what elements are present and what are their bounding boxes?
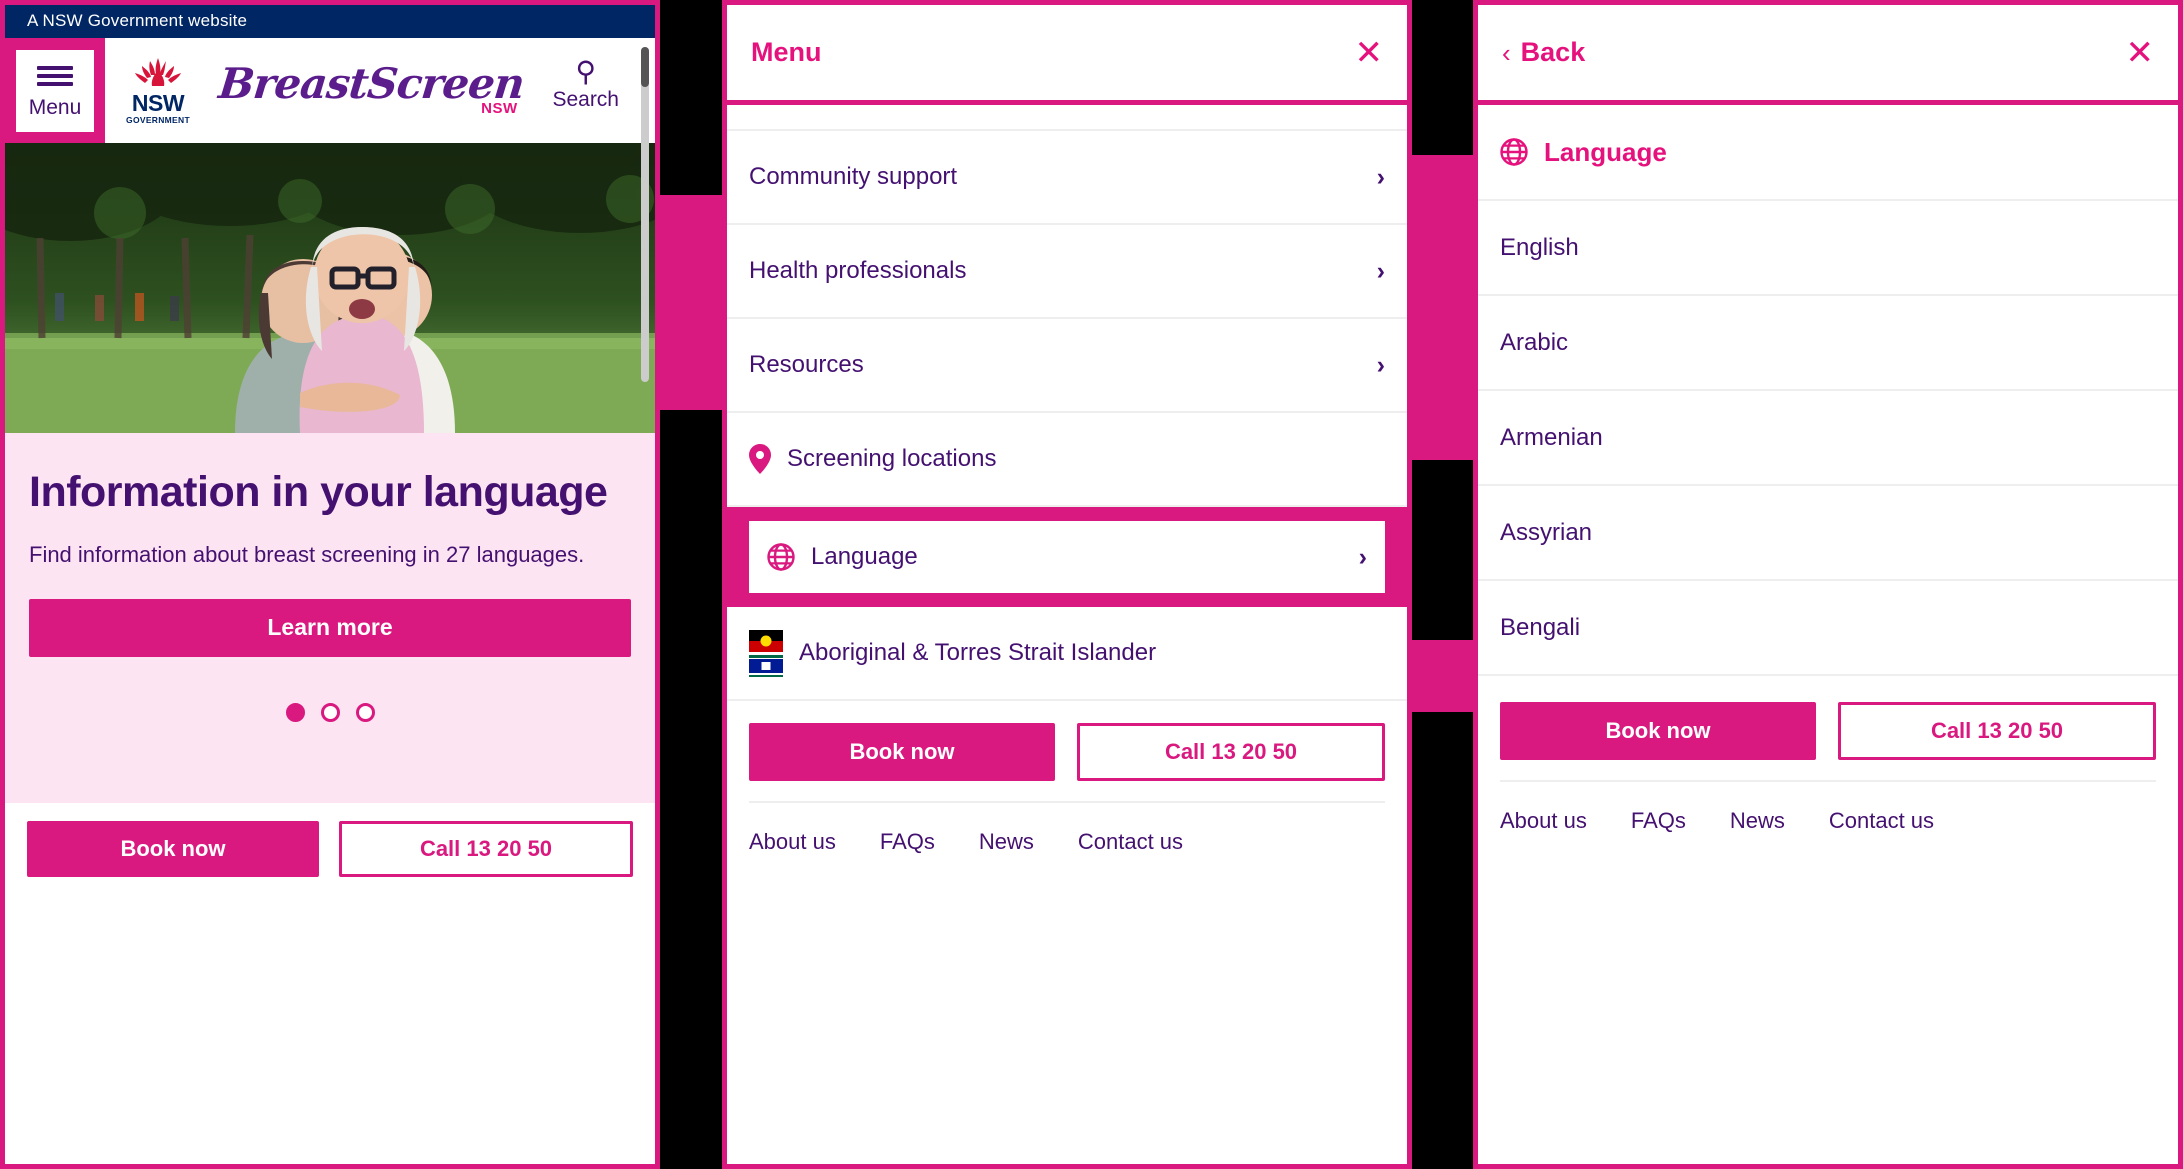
hero-photograph xyxy=(5,143,655,433)
chevron-left-icon: ‹ xyxy=(1502,37,1511,68)
search-icon: ⚲ xyxy=(575,56,596,87)
chevron-right-icon: › xyxy=(1376,162,1385,191)
language-options-list: English Arabic Armenian Assyrian Bengali xyxy=(1478,201,2178,676)
close-icon[interactable]: ✕ xyxy=(2126,36,2155,70)
menu-footer-links: About us FAQs News Contact us xyxy=(749,801,1385,875)
back-button-label: Back xyxy=(1520,37,1586,67)
footer-link-contact-us[interactable]: Contact us xyxy=(1829,808,1934,834)
book-now-button[interactable]: Book now xyxy=(27,821,319,877)
waratah-icon xyxy=(135,58,181,86)
search-label: Search xyxy=(552,88,619,111)
language-drawer-header: ‹ Back ✕ xyxy=(1478,5,2178,105)
home-page-panel: A NSW Government website Menu NSW GOVERN… xyxy=(0,0,660,1169)
close-icon[interactable]: ✕ xyxy=(1355,36,1384,70)
menu-item-label: Community support xyxy=(749,163,958,190)
menu-item-screening-locations[interactable]: Screening locations xyxy=(727,413,1407,507)
language-footer-cta-row: Book now Call 13 20 50 xyxy=(1500,702,2156,760)
footer-link-faqs[interactable]: FAQs xyxy=(880,829,935,855)
book-now-button[interactable]: Book now xyxy=(749,723,1055,781)
aboriginal-torres-strait-flags-icon xyxy=(749,629,783,677)
call-button[interactable]: Call 13 20 50 xyxy=(339,821,633,877)
language-option-label: English xyxy=(1500,233,1579,261)
language-option-bengali[interactable]: Bengali xyxy=(1478,581,2178,676)
language-option-label: Bengali xyxy=(1500,613,1581,641)
hero-image-illustration xyxy=(5,143,655,433)
breastscreen-wordmark: BreastScreen xyxy=(216,59,527,109)
menu-list-top-spacer xyxy=(727,105,1407,131)
carousel-dot-1[interactable] xyxy=(285,702,305,722)
menu-item-language-button[interactable]: Language › xyxy=(749,521,1385,593)
language-option-label: Arabic xyxy=(1500,328,1569,356)
menu-item-label: Aboriginal & Torres Strait Islander xyxy=(799,639,1157,666)
globe-icon xyxy=(767,543,795,571)
menu-item-label: Resources xyxy=(749,351,864,378)
site-header: Menu NSW GOVERNMENT BreastScreen NSW ⚲ S… xyxy=(5,38,655,143)
language-option-label: Assyrian xyxy=(1500,518,1593,546)
call-button[interactable]: Call 13 20 50 xyxy=(1077,723,1385,781)
menu-items-list: Community support › Health professionals… xyxy=(727,105,1407,507)
footer-link-news[interactable]: News xyxy=(979,829,1034,855)
language-option-label: Armenian xyxy=(1500,423,1603,451)
language-heading-label: Language xyxy=(1544,136,1667,167)
nsw-government-logo: NSW GOVERNMENT xyxy=(123,56,193,125)
nsw-government-bar: A NSW Government website xyxy=(5,5,655,38)
home-cta-bar: Book now Call 13 20 50 xyxy=(5,803,655,895)
hero-subtitle: Find information about breast screening … xyxy=(29,541,585,567)
menu-item-health-professionals[interactable]: Health professionals › xyxy=(727,225,1407,319)
page-scrollbar[interactable] xyxy=(641,47,649,382)
nsw-wordmark: NSW xyxy=(131,90,185,116)
footer-link-about-us[interactable]: About us xyxy=(749,829,836,855)
book-now-button[interactable]: Book now xyxy=(1500,702,1816,760)
nsw-government-subtext: GOVERNMENT xyxy=(126,115,190,125)
menu-button-block: Menu xyxy=(5,38,105,143)
footer-link-contact-us[interactable]: Contact us xyxy=(1078,829,1183,855)
footer-link-news[interactable]: News xyxy=(1730,808,1785,834)
learn-more-button[interactable]: Learn more xyxy=(29,598,631,657)
language-option-armenian[interactable]: Armenian xyxy=(1478,391,2178,486)
menu-item-aboriginal-torres-strait-islander[interactable]: Aboriginal & Torres Strait Islander xyxy=(727,607,1407,701)
search-button[interactable]: ⚲ Search xyxy=(552,58,619,112)
menu-item-label: Screening locations xyxy=(787,445,997,472)
breastscreen-logo: BreastScreen NSW xyxy=(216,59,527,117)
menu-button-label: Menu xyxy=(28,95,82,119)
menu-drawer-panel: Menu ✕ Community support › Health profes… xyxy=(722,0,1412,1169)
menu-item-community-support[interactable]: Community support › xyxy=(727,131,1407,225)
menu-drawer-footer: Book now Call 13 20 50 About us FAQs New… xyxy=(727,701,1407,875)
chevron-right-icon: › xyxy=(1376,350,1385,379)
footer-link-faqs[interactable]: FAQs xyxy=(1631,808,1686,834)
menu-drawer-header: Menu ✕ xyxy=(727,5,1407,105)
menu-item-label: Health professionals xyxy=(749,257,967,284)
menu-drawer-title: Menu xyxy=(751,37,822,67)
chevron-right-icon: › xyxy=(1358,542,1367,571)
language-drawer-panel: ‹ Back ✕ Language English Arabic Armenia… xyxy=(1473,0,2183,1169)
location-pin-icon xyxy=(749,444,771,474)
screenshot-stage: A NSW Government website Menu NSW GOVERN… xyxy=(0,0,2183,1169)
language-option-english[interactable]: English xyxy=(1478,201,2178,296)
menu-item-resources[interactable]: Resources › xyxy=(727,319,1407,413)
footer-link-about-us[interactable]: About us xyxy=(1500,808,1587,834)
chevron-right-icon: › xyxy=(1376,256,1385,285)
menu-item-label: Language xyxy=(811,543,918,570)
hamburger-icon xyxy=(37,62,73,90)
language-footer-links: About us FAQs News Contact us xyxy=(1500,780,2156,854)
menu-button[interactable]: Menu xyxy=(16,49,94,132)
language-section-heading: Language xyxy=(1478,105,2178,201)
brand-lockup[interactable]: NSW GOVERNMENT BreastScreen NSW xyxy=(123,56,527,125)
carousel-dot-3[interactable] xyxy=(355,702,375,722)
language-drawer-footer: Book now Call 13 20 50 About us FAQs New… xyxy=(1478,676,2178,854)
carousel-dots xyxy=(29,702,631,722)
call-button[interactable]: Call 13 20 50 xyxy=(1838,702,2156,760)
language-option-arabic[interactable]: Arabic xyxy=(1478,296,2178,391)
hero-copy-block: Information in your language Find inform… xyxy=(5,433,655,803)
menu-footer-cta-row: Book now Call 13 20 50 xyxy=(749,723,1385,781)
hero-title: Information in your language xyxy=(29,468,608,516)
globe-icon xyxy=(1500,138,1528,166)
back-button[interactable]: ‹ Back xyxy=(1502,37,1585,68)
carousel-dot-2[interactable] xyxy=(320,702,340,722)
language-option-assyrian[interactable]: Assyrian xyxy=(1478,486,2178,581)
menu-item-language-highlighted: Language › xyxy=(727,507,1407,607)
scrollbar-thumb[interactable] xyxy=(641,47,649,87)
